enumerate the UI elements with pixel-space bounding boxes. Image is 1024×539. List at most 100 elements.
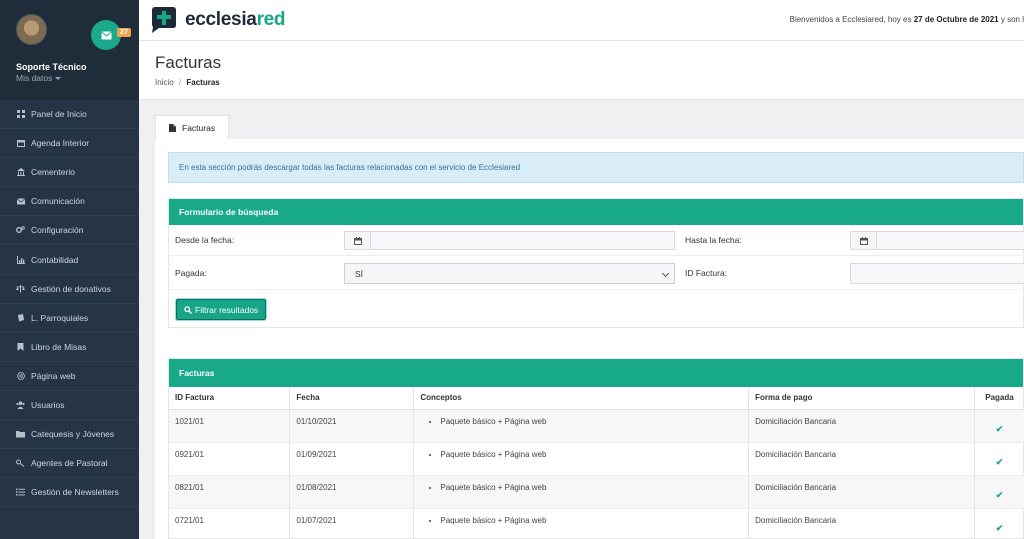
cell-id: 0721/01 (169, 508, 291, 539)
cell-fecha: 01/10/2021 (289, 409, 415, 443)
sidebar-item-configuracion[interactable]: Configuración (0, 216, 139, 246)
invoices-table-title: Facturas (169, 359, 1023, 387)
calendar-icon (353, 236, 362, 245)
sidebar-item-agenda-interior[interactable]: Agenda Interior (0, 129, 139, 159)
tab-label: Facturas (182, 123, 216, 133)
date-filter-row: Desde la fecha: Hasta la fecha: (169, 225, 1024, 256)
sidebar-item-usuarios[interactable]: Usuarios (0, 391, 139, 421)
sidebar-item-label: Contabilidad (31, 254, 79, 265)
balance-icon (16, 284, 25, 293)
sidebar-item-label: Usuarios (31, 399, 65, 410)
caret-down-icon (55, 77, 62, 81)
sidebar-item-label: Agenda Interior (31, 138, 90, 149)
sidebar-item-gestion-de-newsletters[interactable]: Gestión de Newsletters (0, 478, 139, 508)
tab-panel: En esta sección podrás descargar todas l… (155, 139, 1024, 539)
check-icon: ✔ (995, 456, 1004, 467)
cell-pagada: ✔ (974, 475, 1024, 509)
calendar-icon (859, 236, 868, 245)
welcome-suffix: y son l (1000, 15, 1024, 24)
sidebar-item-comunicacion[interactable]: Comunicación (0, 187, 139, 217)
cell-pagada: ✔ (974, 442, 1024, 476)
chart-icon (16, 255, 25, 264)
sidebar-item-cementerio[interactable]: Cementerio (0, 158, 139, 188)
table-row[interactable]: 0921/01 01/09/2021 Paquete básico + Pági… (169, 442, 1024, 476)
cell-fecha: 01/07/2021 (289, 508, 415, 539)
column-header-id[interactable]: ID Factura (169, 387, 291, 410)
sidebar-item-pagina-web[interactable]: Página web (0, 362, 139, 391)
page-title: Facturas (155, 53, 222, 72)
sidebar-item-label: Panel de Inicio (31, 109, 87, 120)
breadcrumb-home-link[interactable]: Inicio (155, 78, 174, 87)
cell-conceptos: Paquete básico + Página web (413, 508, 750, 539)
chevron-down-icon (661, 269, 670, 278)
desde-label: Desde la fecha: (175, 235, 235, 245)
pagada-selected-value: SÍ (355, 268, 364, 279)
folder-icon (16, 430, 25, 438)
envelope-icon (100, 30, 112, 39)
logo-text-accent: red (256, 9, 286, 30)
tab-bar: Facturas (155, 115, 230, 140)
sidebar-item-label: Cementerio (31, 167, 75, 178)
sidebar: 27 Soporte Técnico Mis datos Panel de In… (0, 0, 139, 539)
check-icon: ✔ (995, 423, 1004, 434)
sidebar-item-label: Libro de Misas (31, 341, 87, 352)
search-icon (184, 305, 192, 314)
breadcrumb-current: Facturas (186, 78, 220, 87)
building-icon (16, 168, 25, 177)
welcome-prefix: Bienvenidos a Ecclesiared, hoy es (789, 15, 912, 24)
grid-icon (16, 110, 25, 119)
sidebar-menu: Panel de Inicio Agenda Interior Cementer… (0, 100, 139, 508)
cell-forma-pago: Domiciliación Bancaria (748, 442, 975, 476)
concept-item: Paquete básico + Página web (440, 450, 748, 459)
id-factura-input[interactable] (850, 263, 1024, 284)
hasta-calendar-button[interactable] (850, 231, 877, 250)
sidebar-item-gestion-de-donativos[interactable]: Gestión de donativos (0, 275, 139, 304)
sidebar-item-label: Comunicación (31, 196, 85, 207)
sidebar-item-label: Agentes de Pastoral (31, 458, 108, 469)
sidebar-item-agentes-de-pastoral[interactable]: Agentes de Pastoral (0, 449, 139, 479)
ecclesiared-logo[interactable]: ecclesiared (149, 7, 286, 33)
info-alert: En esta sección podrás descargar todas l… (168, 152, 1024, 183)
column-header-conceptos[interactable]: Conceptos (413, 387, 750, 410)
my-data-dropdown[interactable]: Mis datos (16, 73, 62, 83)
sidebar-item-label: Gestión de donativos (31, 283, 111, 294)
column-header-pagada[interactable]: Pagada (974, 387, 1024, 410)
table-header-row: ID Factura Fecha Conceptos Forma de pago… (169, 387, 1024, 410)
desde-calendar-button[interactable] (344, 231, 371, 250)
column-header-forma-pago[interactable]: Forma de pago (748, 387, 975, 410)
sidebar-item-label: Configuración (31, 225, 84, 236)
desde-date-input[interactable] (370, 231, 675, 250)
cell-conceptos: Paquete básico + Página web (413, 475, 750, 509)
envelope-icon (16, 197, 25, 205)
cell-fecha: 01/09/2021 (289, 442, 415, 476)
table-row[interactable]: 0721/01 01/07/2021 Paquete básico + Pági… (169, 508, 1024, 539)
avatar[interactable] (16, 14, 47, 45)
sidebar-item-panel-de-inicio[interactable]: Panel de Inicio (0, 100, 139, 130)
sidebar-item-libro-de-misas[interactable]: Libro de Misas (0, 333, 139, 362)
cell-forma-pago: Domiciliación Bancaria (748, 475, 975, 509)
filter-results-button[interactable]: Filtrar resultados (176, 299, 267, 320)
check-icon: ✔ (995, 489, 1004, 500)
hasta-label: Hasta la fecha: (685, 235, 742, 245)
cell-forma-pago: Domiciliación Bancaria (748, 508, 975, 539)
cell-pagada: ✔ (974, 409, 1024, 443)
sidebar-item-catequesis-y-jovenes[interactable]: Catequesis y Jóvenes (0, 420, 139, 450)
logo-text: ecclesiared (185, 9, 286, 31)
cell-forma-pago: Domiciliación Bancaria (748, 409, 975, 443)
book-icon (16, 313, 25, 322)
logo-cross-icon (152, 7, 176, 33)
table-row[interactable]: 1021/01 01/10/2021 Paquete básico + Pági… (169, 409, 1024, 443)
list-icon (16, 488, 25, 496)
column-header-fecha[interactable]: Fecha (289, 387, 415, 410)
tab-facturas[interactable]: Facturas (155, 115, 230, 140)
my-data-label: Mis datos (16, 73, 53, 83)
sidebar-item-contabilidad[interactable]: Contabilidad (0, 245, 139, 275)
sidebar-item-l-parroquiales[interactable]: L. Parroquiales (0, 304, 139, 333)
pagada-label: Pagada: (175, 268, 207, 278)
pagada-select[interactable]: SÍ (344, 263, 675, 284)
cell-pagada: ✔ (974, 508, 1024, 539)
hasta-date-input[interactable] (876, 231, 1024, 250)
at-icon (16, 372, 25, 380)
welcome-message: Bienvenidos a Ecclesiared, hoy es 27 de … (790, 15, 1024, 24)
table-row[interactable]: 0821/01 01/08/2021 Paquete básico + Pági… (169, 475, 1024, 509)
